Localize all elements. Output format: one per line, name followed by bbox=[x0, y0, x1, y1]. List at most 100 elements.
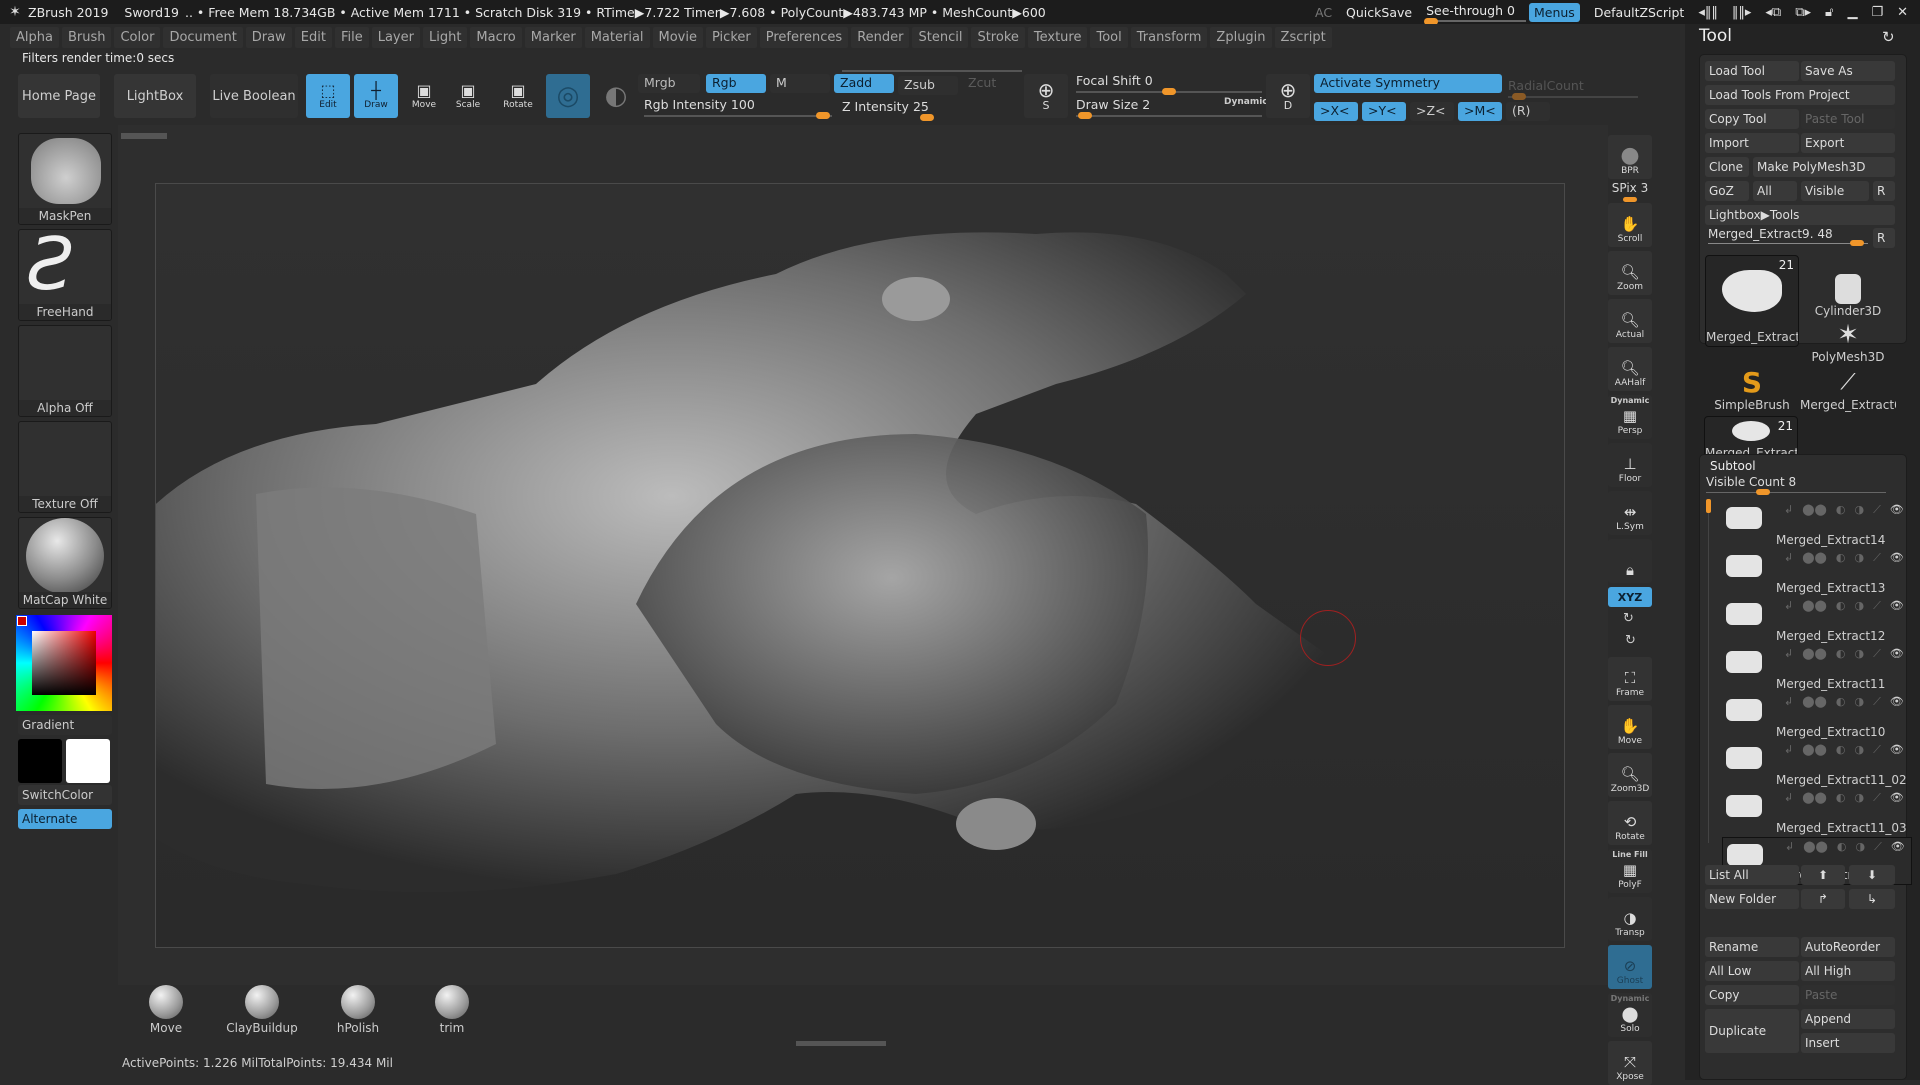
draw-size-track[interactable] bbox=[1076, 115, 1262, 117]
polypaint-toggle-icon[interactable]: ⬤⬤ bbox=[1803, 840, 1828, 854]
tool-thumb-cylinder3d[interactable]: Cylinder3D bbox=[1800, 272, 1896, 320]
subtool-item[interactable]: ↲ ⬤⬤ ◐ ◑ ⟋ 👁︎ Merged_Extract14 bbox=[1722, 501, 1912, 549]
menu-brush[interactable]: Brush bbox=[61, 26, 112, 48]
local-symmetry-button[interactable]: ⇹ L.Sym bbox=[1608, 491, 1652, 535]
activate-symmetry-button[interactable]: Activate Symmetry bbox=[1314, 74, 1502, 93]
camera-lock-button[interactable]: 🔒︎ bbox=[1608, 539, 1652, 583]
zcut-button[interactable]: Zcut bbox=[962, 74, 1012, 93]
move-up-button[interactable]: ⬆ bbox=[1801, 865, 1845, 885]
tool-thumb-merged-extract6[interactable]: ⟋ Merged_Extract6 bbox=[1800, 368, 1896, 416]
all-high-button[interactable]: All High bbox=[1801, 961, 1895, 981]
brush-selector[interactable]: MaskPen bbox=[18, 133, 112, 225]
brush-slot-move[interactable]: Move bbox=[126, 985, 206, 1040]
visibility-eye-icon[interactable]: 👁︎ bbox=[1890, 743, 1904, 757]
brush-slot-claybuildup[interactable]: ClayBuildup bbox=[222, 985, 302, 1040]
zoom3d-button[interactable]: 🔍︎ Zoom3D bbox=[1608, 753, 1652, 797]
rotate-z-icon[interactable]: ↻ bbox=[1625, 633, 1636, 648]
menu-stencil[interactable]: Stencil bbox=[912, 26, 969, 48]
dynamesh-toggle-icon[interactable]: ◑ bbox=[1855, 840, 1865, 854]
draw-button[interactable]: ┼ Draw bbox=[354, 74, 398, 118]
menu-edit[interactable]: Edit bbox=[294, 26, 332, 48]
aahalf-button[interactable]: 🔍︎ AAHalf bbox=[1608, 347, 1652, 391]
sym-z-button[interactable]: >Z< bbox=[1410, 102, 1454, 121]
merge-down-icon[interactable]: ↲ bbox=[1784, 647, 1793, 661]
tool-thumb-polymesh3d[interactable]: ✶ PolyMesh3D bbox=[1800, 320, 1896, 368]
brush-toggle-icon[interactable]: ⟋ bbox=[1873, 791, 1881, 805]
material-toggle-icon[interactable]: ◐ bbox=[1836, 647, 1846, 661]
tool-r-button[interactable]: R bbox=[1873, 228, 1895, 248]
main-color-swatch[interactable] bbox=[18, 739, 62, 783]
load-tool-button[interactable]: Load Tool bbox=[1705, 61, 1799, 81]
goz-all-button[interactable]: All bbox=[1753, 181, 1797, 201]
material-toggle-icon[interactable]: ◐ bbox=[1836, 743, 1846, 757]
alternate-button[interactable]: Alternate bbox=[18, 809, 112, 829]
rgb-intensity-track[interactable] bbox=[644, 115, 832, 117]
spix-knob[interactable] bbox=[1623, 197, 1637, 202]
default-zscript-button[interactable]: DefaultZScript bbox=[1594, 5, 1685, 20]
visibility-eye-icon[interactable]: 👁︎ bbox=[1890, 791, 1904, 805]
lightbox-tools-button[interactable]: Lightbox▶Tools bbox=[1705, 205, 1895, 225]
visibility-eye-icon[interactable]: 👁︎ bbox=[1890, 695, 1904, 709]
visibility-eye-icon[interactable]: 👁︎ bbox=[1891, 840, 1905, 854]
menu-texture[interactable]: Texture bbox=[1027, 26, 1088, 48]
insert-button[interactable]: Insert bbox=[1801, 1033, 1895, 1053]
home-page-button[interactable]: Home Page bbox=[18, 74, 100, 118]
rgb-intensity-slider[interactable]: Rgb Intensity 100 bbox=[644, 97, 755, 112]
move-down-button[interactable]: ⬇ bbox=[1849, 865, 1895, 885]
menus-button[interactable]: Menus bbox=[1528, 2, 1580, 22]
folder-up-button[interactable]: ↱ bbox=[1801, 889, 1845, 909]
material-toggle-icon[interactable]: ◐ bbox=[1836, 503, 1846, 517]
load-tools-from-project-button[interactable]: Load Tools From Project bbox=[1705, 85, 1895, 105]
material-toggle-icon[interactable]: ◐ bbox=[1836, 551, 1846, 565]
menu-layer[interactable]: Layer bbox=[371, 26, 420, 48]
rename-button[interactable]: Rename bbox=[1705, 937, 1799, 957]
xpose-button[interactable]: ⤧ Xpose bbox=[1608, 1041, 1652, 1085]
material-sphere-button[interactable]: ◐ bbox=[594, 74, 638, 118]
focal-shift-slider[interactable]: Focal Shift 0 bbox=[1076, 73, 1153, 88]
dynamesh-toggle-icon[interactable]: ◑ bbox=[1854, 551, 1864, 565]
material-toggle-icon[interactable]: ◐ bbox=[1836, 791, 1846, 805]
polypaint-toggle-icon[interactable]: ⬤⬤ bbox=[1802, 503, 1827, 517]
clone-button[interactable]: Clone bbox=[1705, 157, 1749, 177]
dynamesh-toggle-icon[interactable]: ◑ bbox=[1854, 743, 1864, 757]
z-intensity-slider[interactable]: Z Intensity 25 bbox=[842, 99, 929, 114]
close-icon[interactable]: ✕ bbox=[1897, 5, 1908, 20]
switch-color-button[interactable]: SwitchColor bbox=[18, 785, 112, 805]
polyf-button[interactable]: Line Fill ▦ PolyF bbox=[1608, 849, 1652, 893]
menu-light[interactable]: Light bbox=[422, 26, 468, 48]
append-button[interactable]: Append bbox=[1801, 1009, 1895, 1029]
menu-macro[interactable]: Macro bbox=[470, 26, 522, 48]
move-view-button[interactable]: ✋ Move bbox=[1608, 705, 1652, 749]
secondary-color-swatch[interactable] bbox=[66, 739, 110, 783]
focal-shift-knob[interactable] bbox=[1162, 88, 1176, 95]
transp-button[interactable]: ◑ Transp bbox=[1608, 897, 1652, 941]
menu-document[interactable]: Document bbox=[163, 26, 243, 48]
menu-marker[interactable]: Marker bbox=[524, 26, 582, 48]
texture-selector[interactable]: Texture Off bbox=[18, 421, 112, 513]
persp-button[interactable]: Dynamic ▦ Persp bbox=[1608, 395, 1652, 439]
goz-visible-button[interactable]: Visible bbox=[1801, 181, 1869, 201]
menu-stroke[interactable]: Stroke bbox=[971, 26, 1025, 48]
goz-button[interactable]: GoZ bbox=[1705, 181, 1749, 201]
z-intensity-track[interactable] bbox=[842, 70, 1022, 72]
brush-toggle-icon[interactable]: ⟋ bbox=[1873, 599, 1881, 613]
stroke-selector[interactable]: Ƨ FreeHand bbox=[18, 229, 112, 321]
merge-down-icon[interactable]: ↲ bbox=[1784, 743, 1793, 757]
spix-slider[interactable]: SPix 3 bbox=[1608, 181, 1652, 202]
new-folder-button[interactable]: New Folder bbox=[1705, 889, 1799, 909]
hue-marker[interactable] bbox=[17, 616, 27, 626]
visibility-eye-icon[interactable]: 👁︎ bbox=[1890, 551, 1904, 565]
bottom-shelf-handle[interactable] bbox=[796, 1041, 886, 1046]
tool-thumb-simplebrush[interactable]: S SimpleBrush bbox=[1704, 368, 1800, 416]
polypaint-toggle-icon[interactable]: ⬤⬤ bbox=[1802, 743, 1827, 757]
paste-tool-button[interactable]: Paste Tool bbox=[1801, 109, 1895, 129]
subtool-item[interactable]: ↲ ⬤⬤ ◐ ◑ ⟋ 👁︎ Merged_Extract11 bbox=[1722, 645, 1912, 693]
rotate-xyz-button[interactable]: XYZ bbox=[1608, 587, 1652, 607]
subtool-item[interactable]: ↲ ⬤⬤ ◐ ◑ ⟋ 👁︎ Merged_Extract13 bbox=[1722, 549, 1912, 597]
subtool-item[interactable]: ↲ ⬤⬤ ◐ ◑ ⟋ 👁︎ Merged_Extract10 bbox=[1722, 693, 1912, 741]
draw-size-knob[interactable] bbox=[1078, 112, 1092, 119]
dynamesh-toggle-icon[interactable]: ◑ bbox=[1854, 791, 1864, 805]
rgb-button[interactable]: Rgb bbox=[706, 74, 766, 93]
bpr-button[interactable]: ● BPR bbox=[1608, 135, 1652, 179]
copy-tool-button[interactable]: Copy Tool bbox=[1705, 109, 1799, 129]
